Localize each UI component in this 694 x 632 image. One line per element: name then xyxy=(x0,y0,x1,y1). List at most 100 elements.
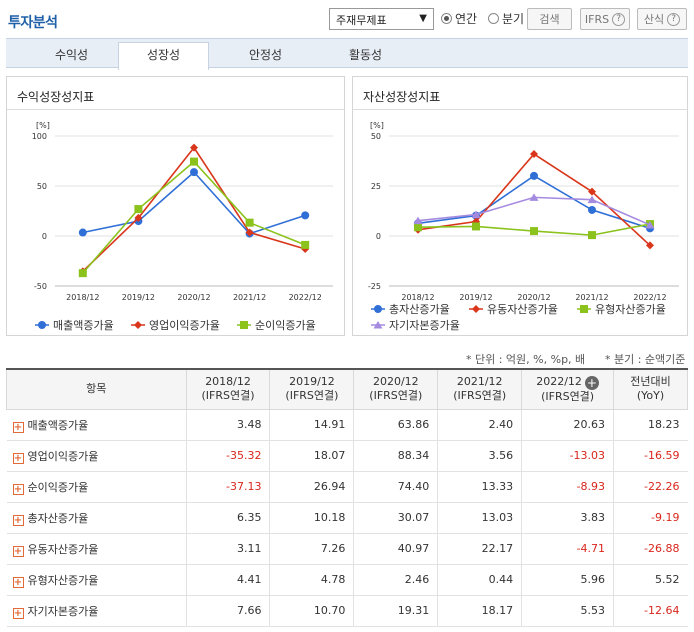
tab-bar: 수익성 성장성 안정성 활동성 xyxy=(6,38,688,70)
y-tick-label: 25 xyxy=(371,182,381,191)
column-header: 2019/12 (IFRS연결) xyxy=(269,368,355,410)
x-tick-label: 2020/12 xyxy=(517,293,550,302)
value-cell: 19.31 xyxy=(353,595,438,627)
row-label: 영업이익증가율 xyxy=(27,449,99,463)
data-point xyxy=(301,240,310,249)
expand-plus-icon[interactable]: + xyxy=(584,375,599,390)
value-cell: 13.33 xyxy=(437,471,522,503)
tab-stability[interactable]: 안정성 xyxy=(220,43,311,69)
legend-label: 순이익증가율 xyxy=(255,319,316,332)
growth-table: 항목 2018/12 (IFRS연결) 2019/12 (IFRS연결) 2020/12(… xyxy=(6,368,688,627)
row-label: 매출액증가율 xyxy=(27,418,89,432)
data-point xyxy=(301,211,310,220)
data-point xyxy=(580,305,588,313)
data-point xyxy=(78,228,87,237)
value-cell: 2.40 xyxy=(437,409,522,441)
data-point xyxy=(190,168,198,177)
x-tick-label: 2021/12 xyxy=(575,293,608,302)
data-point xyxy=(588,231,596,240)
data-point xyxy=(134,321,142,329)
asset-growth-chart: [%] 50 25 0 -25 2018/12 2019/12 2020/12 2021/12 2… xyxy=(368,121,679,332)
value-cell: -22.26 xyxy=(613,471,688,503)
value-cell: 0.44 xyxy=(437,564,522,596)
table-header-row: 항목 2018/12 (IFRS연결) 2019/12 (IFRS연결) 2020/12(… xyxy=(6,368,688,410)
row-label: 유형자산증가율 xyxy=(27,573,99,587)
value-cell: 4.41 xyxy=(185,564,270,596)
y-tick-label: -50 xyxy=(34,282,47,291)
data-point xyxy=(472,305,480,313)
row-label-cell[interactable]: + 총자산증가율 xyxy=(6,502,187,534)
legend-label: 유동자산증가율 xyxy=(487,303,558,316)
search-button[interactable]: 검색 xyxy=(527,8,572,30)
row-label-cell[interactable]: + 유동자산증가율 xyxy=(6,533,187,565)
row-label-cell[interactable]: + 유형자산증가율 xyxy=(6,564,187,596)
value-cell: -37.13 xyxy=(185,471,270,503)
row-label-cell[interactable]: + 매출액증가율 xyxy=(6,409,187,441)
radio-annual-label: 연간 xyxy=(455,11,478,26)
ifrs-help-button[interactable]: IFRS ? xyxy=(580,8,630,30)
y-tick-label: -25 xyxy=(368,282,381,291)
chevron-down-icon: ▼ xyxy=(419,13,427,24)
row-label: 순이익증가율 xyxy=(27,480,89,494)
quarter-note: * 분기 : 순액기준 xyxy=(605,353,686,366)
y-tick-label: 0 xyxy=(376,232,381,241)
value-cell: -8.93 xyxy=(521,471,614,503)
value-cell: 6.35 xyxy=(185,502,270,534)
column-header: 항목 xyxy=(6,368,187,410)
expand-row-icon[interactable]: + xyxy=(12,607,24,619)
tab-growth[interactable]: 성장성 xyxy=(118,42,209,70)
row-label-cell[interactable]: + 영업이익증가율 xyxy=(6,440,187,472)
column-header-label: 2019/12 xyxy=(289,375,335,389)
row-label-cell[interactable]: + 자기자본증가율 xyxy=(6,595,187,627)
series-line xyxy=(82,160,306,274)
x-tick-label: 2018/12 xyxy=(401,293,434,302)
profit-growth-chart: [%] 100 50 0 -50 2018/12 2019/12 2020/12 2021/12… xyxy=(32,121,333,332)
value-cell: 7.66 xyxy=(185,595,270,627)
formula-help-button[interactable]: 산식 ? xyxy=(637,8,687,30)
value-cell: -26.88 xyxy=(613,533,688,565)
ifrs-label: IFRS xyxy=(584,12,610,26)
data-point xyxy=(240,321,248,329)
value-cell: 18.23 xyxy=(613,409,688,441)
legend-label: 유형자산증가율 xyxy=(595,303,666,316)
expand-row-icon[interactable]: + xyxy=(12,483,24,495)
expand-row-icon[interactable]: + xyxy=(12,514,24,526)
column-subheader: (YoY) xyxy=(636,389,665,403)
expand-row-icon[interactable]: + xyxy=(12,421,24,433)
expand-row-icon[interactable]: + xyxy=(12,545,24,557)
tab-profitability[interactable]: 수익성 xyxy=(26,43,117,69)
x-tick-label: 2020/12 xyxy=(177,293,210,302)
value-cell: -12.64 xyxy=(613,595,688,627)
data-point xyxy=(530,171,538,180)
column-header: 2021/12 (IFRS연결) xyxy=(437,368,523,410)
expand-row-icon[interactable]: + xyxy=(12,452,24,464)
row-label-cell[interactable]: + 순이익증가율 xyxy=(6,471,187,503)
chart-panel-asset-growth: 자산성장성지표 [%] 50 25 0 -25 2018/12 2019/12 2020/12… xyxy=(352,76,688,336)
expand-row-icon[interactable]: + xyxy=(12,576,24,588)
row-label: 자기자본증가율 xyxy=(27,604,99,618)
y-tick-label: 50 xyxy=(37,182,47,191)
value-cell: -4.71 xyxy=(521,533,614,565)
value-cell: 20.63 xyxy=(521,409,614,441)
radio-annual[interactable]: 연간 xyxy=(441,10,477,26)
tab-activity[interactable]: 활동성 xyxy=(320,43,411,69)
value-cell: 5.52 xyxy=(613,564,688,596)
help-icon: ? xyxy=(667,12,681,26)
value-cell: 10.70 xyxy=(269,595,354,627)
data-point xyxy=(414,223,422,232)
search-button-label: 검색 xyxy=(539,13,560,26)
radio-quarter[interactable]: 분기 xyxy=(488,10,524,26)
x-tick-label: 2022/12 xyxy=(289,293,322,302)
legend-label: 자기자본증가율 xyxy=(389,319,460,332)
value-cell: 3.83 xyxy=(521,502,614,534)
value-cell: 26.94 xyxy=(269,471,354,503)
column-subheader: (IFRS연결) xyxy=(541,389,595,403)
page-title: 투자분석 xyxy=(8,15,58,31)
chart-panel-profit-growth: 수익성장성지표 [%] 100 50 0 -50 2018/12 2019/12 2020/1… xyxy=(6,76,345,336)
x-tick-label: 2018/12 xyxy=(66,293,99,302)
value-cell: 63.86 xyxy=(353,409,438,441)
column-subheader: (IFRS연결) xyxy=(453,389,507,403)
statement-select[interactable]: 주재무제표 ▼ xyxy=(329,8,434,30)
column-header-label: 2022/12 xyxy=(536,374,582,388)
value-cell: 5.96 xyxy=(521,564,614,596)
